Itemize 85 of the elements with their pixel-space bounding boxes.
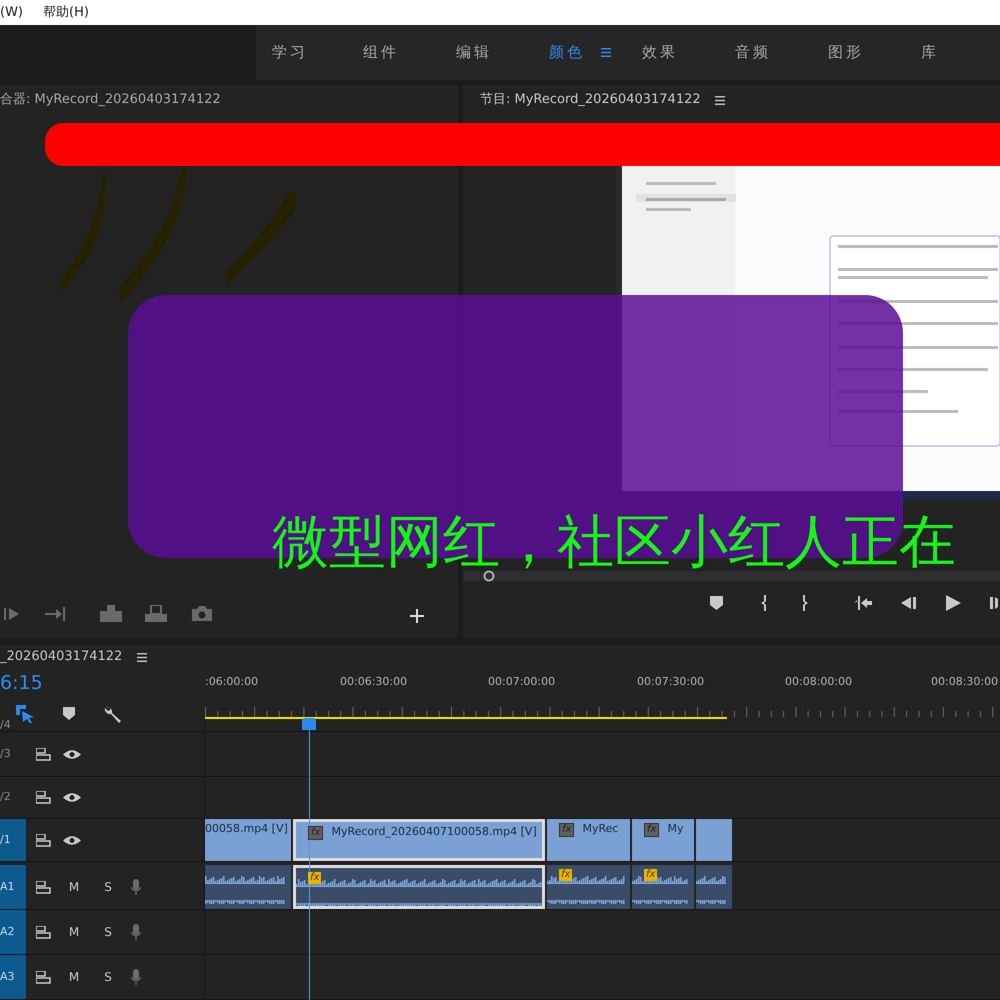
track-target[interactable]: A2 [0,910,26,954]
microphone-icon[interactable] [131,969,141,985]
wrench-icon[interactable] [104,705,122,724]
menu-item[interactable]: 帮助(H) [43,2,89,22]
mute-button[interactable]: M [63,968,85,986]
ruler-label: 00:07:00:00 [488,674,556,690]
track-target[interactable]: A3 [0,955,26,999]
effect-badge: fx [559,869,572,881]
microphone-icon[interactable] [131,879,141,895]
workspace-tab[interactable]: 图形 [828,41,864,64]
marker-icon[interactable] [63,707,75,720]
track-target[interactable]: A1 [0,865,26,909]
eye-icon[interactable] [63,792,81,803]
ruler-label: 00:08:00:00 [785,674,852,690]
track-target[interactable]: /3 [0,732,26,776]
audio-clip[interactable]: fx [632,865,694,909]
workspace-tab[interactable]: 编辑 [456,41,492,64]
solo-button[interactable]: S [97,968,119,986]
camera-icon[interactable] [192,606,212,621]
insert-icon[interactable] [45,607,65,621]
track-output-icon[interactable] [36,880,51,894]
track-output-icon[interactable] [36,926,51,938]
video-clip[interactable] [696,819,732,861]
clip-name: 00058.mp4 [V] [205,823,288,835]
track-output-icon[interactable] [36,970,51,984]
workspace-tab[interactable]: 组件 [363,41,399,64]
clip-name: MyRec [582,823,618,835]
track-target[interactable]: /2 [0,777,26,818]
workspace-tab[interactable]: 效果 [642,41,678,64]
subtitle-text: 微型网红，社区小红人正在 [272,512,956,572]
video-clip[interactable]: fx My [632,819,694,861]
panel-title: 合器: MyRecord_20260403174122 [0,91,221,110]
mark-in-icon[interactable] [761,595,767,611]
microphone-icon[interactable] [131,924,141,940]
panel-title: 节目: MyRecord_20260403174122 [480,91,701,110]
solo-button[interactable]: S [97,923,119,941]
step-forward-icon[interactable] [990,596,998,610]
scrubber-handle-icon[interactable] [483,570,495,582]
eye-icon[interactable] [63,834,81,846]
workspace-tab[interactable]: 颜色 [549,41,585,64]
video-clip[interactable]: 00058.mp4 [V] [205,819,291,861]
ruler-label: 00:08:30:00 [931,674,998,690]
play-icon[interactable] [945,595,961,611]
overwrite-icon[interactable] [100,605,122,622]
menu-item[interactable]: (W) [0,2,23,22]
workspace-tab[interactable]: 学习 [272,41,308,64]
clip-name: MyRecord_20260407100058.mp4 [V] [331,826,537,838]
effect-badge: fx [308,872,322,884]
eye-icon[interactable] [63,748,81,760]
sequence-title[interactable]: _20260403174122 [0,647,122,667]
solo-button[interactable]: S [97,878,119,896]
track-output-icon[interactable] [36,791,51,804]
export-frame-icon[interactable] [145,605,167,622]
video-clip[interactable]: fx MyRecord_20260407100058.mp4 [V] [293,819,545,861]
workspace-tab[interactable]: 音频 [735,41,771,64]
effect-badge: fx [559,823,574,837]
audio-clip[interactable]: fx [293,865,545,909]
effect-badge: fx [644,823,660,837]
track-output-icon[interactable] [36,748,51,760]
mark-out-icon[interactable] [802,595,808,611]
menu-icon[interactable] [601,48,611,57]
video-clip[interactable]: fx MyRec [547,819,630,861]
workspace-tab[interactable]: 库 [921,41,939,64]
snap-icon[interactable] [16,705,35,724]
audio-clip[interactable]: fx [547,865,630,909]
track-target[interactable]: /1 [0,819,26,861]
add-icon[interactable] [410,609,424,623]
track-output-icon[interactable] [36,834,51,846]
mute-button[interactable]: M [63,878,85,896]
timecode[interactable]: 6:15 [0,668,43,698]
ruler-label: 00:06:30:00 [340,674,408,690]
clip-name: My [667,823,684,835]
audio-clip[interactable] [696,865,732,909]
menu-icon[interactable] [714,96,725,104]
track-target[interactable]: /4 [0,719,26,731]
effect-badge: fx [308,826,324,840]
step-back-icon[interactable] [900,596,916,610]
effect-badge: fx [644,869,658,881]
go-to-in-icon[interactable] [854,596,872,610]
mute-button[interactable]: M [63,923,85,941]
marker-icon[interactable] [710,596,723,610]
ruler-label: 00:07:30:00 [637,674,704,690]
time-ruler[interactable]: :06:00:00 00:06:30:00 00:07:00:00 00:07:30:00 00:08:00:00 00:08:30:00 [205,669,1000,719]
ruler-label: :06:00:00 [205,674,258,690]
menu-icon[interactable] [137,652,148,662]
